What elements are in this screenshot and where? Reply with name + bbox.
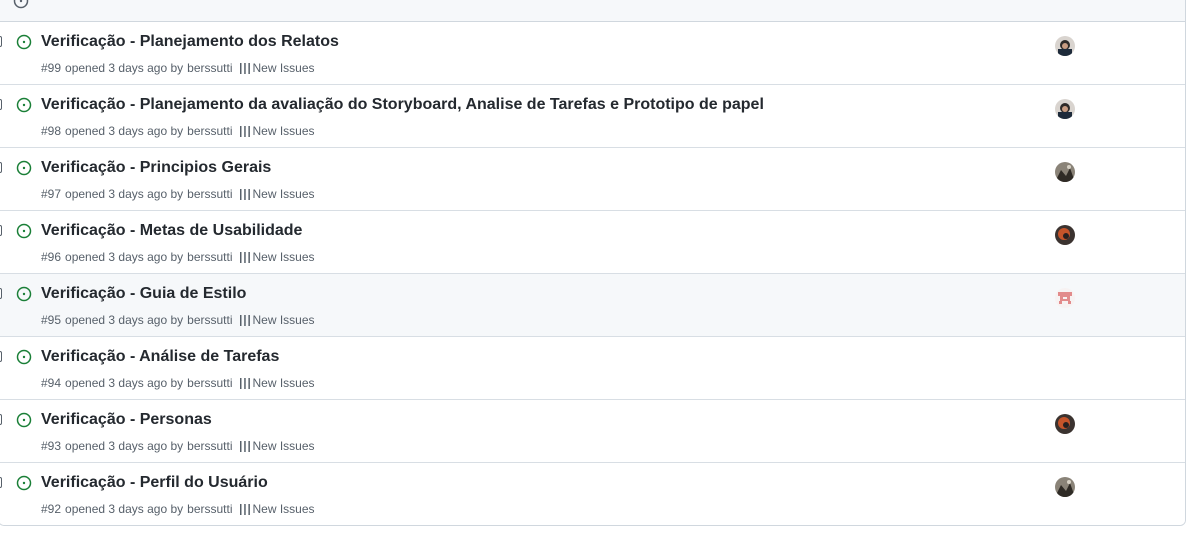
issue-number: #97 <box>41 187 62 201</box>
issue-number: #98 <box>41 124 62 138</box>
issue-opened-text: opened 3 days ago by <box>65 313 184 327</box>
project-icon <box>239 125 250 137</box>
issue-project-link[interactable]: New Issues <box>253 376 315 390</box>
issue-author-link[interactable]: berssutti <box>187 187 232 201</box>
issue-author-link[interactable]: berssutti <box>187 376 232 390</box>
issue-row[interactable]: Verificação - Metas de Usabilidade #96 o… <box>0 211 1185 274</box>
issue-select-checkbox[interactable] <box>0 414 2 425</box>
issue-project-link[interactable]: New Issues <box>253 124 315 138</box>
issue-opened-icon <box>16 286 32 302</box>
assignee-avatar[interactable] <box>1055 36 1075 56</box>
issues-rows: Verificação - Planejamento dos Relatos #… <box>0 22 1185 525</box>
issue-select-checkbox[interactable] <box>0 351 2 362</box>
issue-title-link[interactable]: Verificação - Guia de Estilo <box>41 285 246 303</box>
issue-author-link[interactable]: berssutti <box>187 124 232 138</box>
issue-opened-text: opened 3 days ago by <box>65 61 184 75</box>
issue-project-link[interactable]: New Issues <box>253 502 315 516</box>
issue-row[interactable]: Verificação - Análise de Tarefas #94 ope… <box>0 337 1185 400</box>
project-icon <box>239 62 250 74</box>
assignee-avatar[interactable] <box>1055 477 1075 497</box>
issue-meta: #96 opened 3 days ago by berssutti New I… <box>41 250 315 264</box>
issue-opened-icon <box>13 0 29 9</box>
issue-author-link[interactable]: berssutti <box>187 61 232 75</box>
issue-opened-text: opened 3 days ago by <box>65 124 184 138</box>
issue-opened-icon <box>16 349 32 365</box>
project-icon <box>239 251 250 263</box>
assignee-avatar[interactable] <box>1055 225 1075 245</box>
issue-number: #94 <box>41 376 62 390</box>
issue-select-checkbox[interactable] <box>0 162 2 173</box>
issue-title-link[interactable]: Verificação - Personas <box>41 411 212 429</box>
issue-number: #92 <box>41 502 62 516</box>
issue-meta: #97 opened 3 days ago by berssutti New I… <box>41 187 315 201</box>
issue-title-link[interactable]: Verificação - Análise de Tarefas <box>41 348 279 366</box>
issue-author-link[interactable]: berssutti <box>187 502 232 516</box>
issue-opened-icon <box>16 160 32 176</box>
issue-select-checkbox[interactable] <box>0 288 2 299</box>
issue-meta: #94 opened 3 days ago by berssutti New I… <box>41 376 315 390</box>
issue-opened-text: opened 3 days ago by <box>65 439 184 453</box>
issue-project-link[interactable]: New Issues <box>253 187 315 201</box>
issue-title-link[interactable]: Verificação - Perfil do Usuário <box>41 474 268 492</box>
issues-list: Verificação - Planejamento dos Relatos #… <box>0 0 1186 526</box>
issue-row[interactable]: Verificação - Personas #93 opened 3 days… <box>0 400 1185 463</box>
issue-opened-icon <box>16 412 32 428</box>
issue-title-link[interactable]: Verificação - Metas de Usabilidade <box>41 222 302 240</box>
project-icon <box>239 503 250 515</box>
issue-number: #93 <box>41 439 62 453</box>
issue-title-link[interactable]: Verificação - Principios Gerais <box>41 159 271 177</box>
issue-meta: #93 opened 3 days ago by berssutti New I… <box>41 439 315 453</box>
issue-opened-icon <box>16 97 32 113</box>
issue-meta: #92 opened 3 days ago by berssutti New I… <box>41 502 315 516</box>
issue-row[interactable]: Verificação - Planejamento dos Relatos #… <box>0 22 1185 85</box>
issue-select-checkbox[interactable] <box>0 99 2 110</box>
issue-meta: #99 opened 3 days ago by berssutti New I… <box>41 61 315 75</box>
issue-row[interactable]: Verificação - Planejamento da avaliação … <box>0 85 1185 148</box>
issue-project-link[interactable]: New Issues <box>253 313 315 327</box>
issue-number: #95 <box>41 313 62 327</box>
assignee-avatar[interactable] <box>1055 414 1075 434</box>
project-icon <box>239 314 250 326</box>
issue-title-link[interactable]: Verificação - Planejamento da avaliação … <box>41 96 764 114</box>
issue-author-link[interactable]: berssutti <box>187 439 232 453</box>
issue-project-link[interactable]: New Issues <box>253 61 315 75</box>
assignee-avatar[interactable] <box>1055 288 1075 308</box>
issue-select-checkbox[interactable] <box>0 36 2 47</box>
issue-number: #96 <box>41 250 62 264</box>
project-icon <box>239 188 250 200</box>
issue-opened-icon <box>16 34 32 50</box>
project-icon <box>239 440 250 452</box>
assignee-avatar[interactable] <box>1055 162 1075 182</box>
issues-list-header <box>0 0 1185 22</box>
issue-opened-text: opened 3 days ago by <box>65 250 184 264</box>
issue-row[interactable]: Verificação - Guia de Estilo #95 opened … <box>0 274 1185 337</box>
issue-opened-icon <box>16 475 32 491</box>
issue-project-link[interactable]: New Issues <box>253 250 315 264</box>
issue-meta: #98 opened 3 days ago by berssutti New I… <box>41 124 315 138</box>
issue-select-checkbox[interactable] <box>0 477 2 488</box>
issue-opened-text: opened 3 days ago by <box>65 502 184 516</box>
issue-meta: #95 opened 3 days ago by berssutti New I… <box>41 313 315 327</box>
issue-row[interactable]: Verificação - Principios Gerais #97 open… <box>0 148 1185 211</box>
issue-number: #99 <box>41 61 62 75</box>
issue-opened-text: opened 3 days ago by <box>65 187 184 201</box>
assignee-avatar[interactable] <box>1055 99 1075 119</box>
project-icon <box>239 377 250 389</box>
issue-project-link[interactable]: New Issues <box>253 439 315 453</box>
issue-select-checkbox[interactable] <box>0 225 2 236</box>
issue-title-link[interactable]: Verificação - Planejamento dos Relatos <box>41 33 339 51</box>
issue-author-link[interactable]: berssutti <box>187 250 232 264</box>
issue-author-link[interactable]: berssutti <box>187 313 232 327</box>
issue-opened-text: opened 3 days ago by <box>65 376 184 390</box>
issue-opened-icon <box>16 223 32 239</box>
issue-row[interactable]: Verificação - Perfil do Usuário #92 open… <box>0 463 1185 525</box>
